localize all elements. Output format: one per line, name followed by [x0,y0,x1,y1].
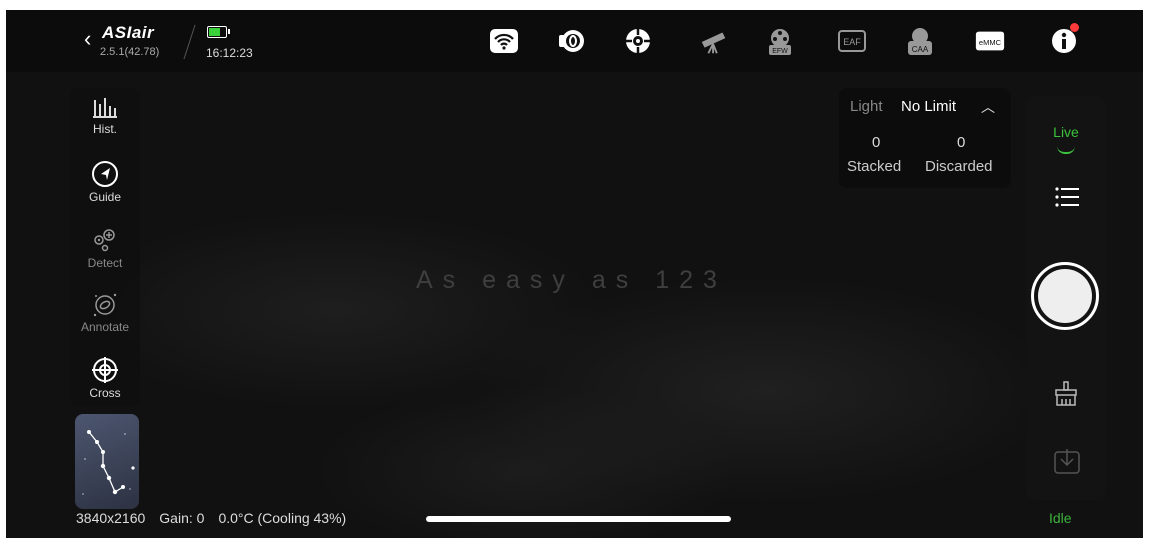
svg-text:EFW: EFW [772,48,788,55]
shutter-button[interactable] [1031,262,1099,330]
efw-icon[interactable]: EFW [764,26,796,56]
crosshair-icon [70,356,140,384]
chevron-up-icon[interactable]: ︿ [981,97,995,117]
tool-annotate[interactable]: Annotate [70,290,140,334]
discarded-count: 0 [957,134,966,151]
back-chevron-icon[interactable]: ‹ [84,26,91,52]
temperature-text: 0.0°C (Cooling 43%) [218,510,347,526]
tool-label: Annotate [80,320,130,334]
status-bar: 3840x2160 Gain: 0 0.0°C (Cooling 43%) [76,510,360,526]
list-menu-icon[interactable] [1055,186,1079,213]
svg-text:EAF: EAF [843,37,861,47]
home-indicator[interactable] [426,516,731,522]
tool-label: Detect [87,256,123,270]
annotate-icon [70,290,140,318]
notification-badge [1070,23,1079,32]
guide-camera-icon[interactable] [622,26,654,56]
constellation-icon [82,430,135,495]
stacked-label: Stacked [847,158,902,175]
camera-icon[interactable] [555,26,587,56]
live-indicator [1057,146,1075,154]
wifi-icon[interactable] [488,26,520,56]
battery-icon [207,26,230,38]
detect-icon [70,226,140,254]
tool-label: Hist. [93,122,117,136]
clock-time: 16:12:23 [206,46,253,60]
discarded-label: Discarded [925,158,993,175]
resolution-text: 3840x2160 [76,510,146,526]
tool-cross[interactable]: Cross [70,356,140,400]
histogram-icon [70,96,140,120]
app-screen: ‹ ASIair 2.5.1(42.78) 16:12:23 EFW EAF C… [6,10,1143,538]
stack-info-panel[interactable]: Light No Limit ︿ 0 0 Stacked Discarded [839,88,1011,188]
telescope-icon[interactable] [698,26,730,56]
emmc-icon[interactable]: eMMC [974,26,1006,56]
eaf-icon[interactable]: EAF [836,26,868,56]
svg-text:eMMC: eMMC [979,38,1002,47]
info-icon[interactable] [1048,23,1080,56]
capture-status: Idle [1049,510,1072,526]
top-bar: ‹ ASIair 2.5.1(42.78) 16:12:23 EFW EAF C… [6,10,1143,72]
live-mode-tab[interactable]: Live [1026,124,1106,140]
svg-text:CAA: CAA [912,45,929,54]
app-brand: ASIair [102,23,155,42]
tool-guide[interactable]: Guide [70,160,140,204]
sky-atlas-button[interactable] [75,414,139,509]
download-icon[interactable] [1054,448,1080,479]
divider [183,24,196,60]
gain-text: Gain: 0 [159,510,205,526]
left-tool-panel: Hist. Guide Detect Annotate Cross [70,88,140,406]
tagline-text: As easy as 123 [416,266,727,294]
tool-detect[interactable]: Detect [70,226,140,270]
tool-hist[interactable]: Hist. [70,96,140,136]
caa-icon[interactable]: CAA [904,26,936,56]
app-version: 2.5.1(42.78) [100,46,160,58]
tool-label: Cross [89,386,121,400]
clear-brush-icon[interactable] [1054,381,1078,412]
frame-type-label: Light [850,98,883,115]
guide-icon [70,160,140,188]
stacked-count: 0 [872,134,881,151]
tool-label: Guide [88,190,122,204]
limit-value[interactable]: No Limit [901,98,956,115]
right-control-panel: Live [1026,96,1106,500]
